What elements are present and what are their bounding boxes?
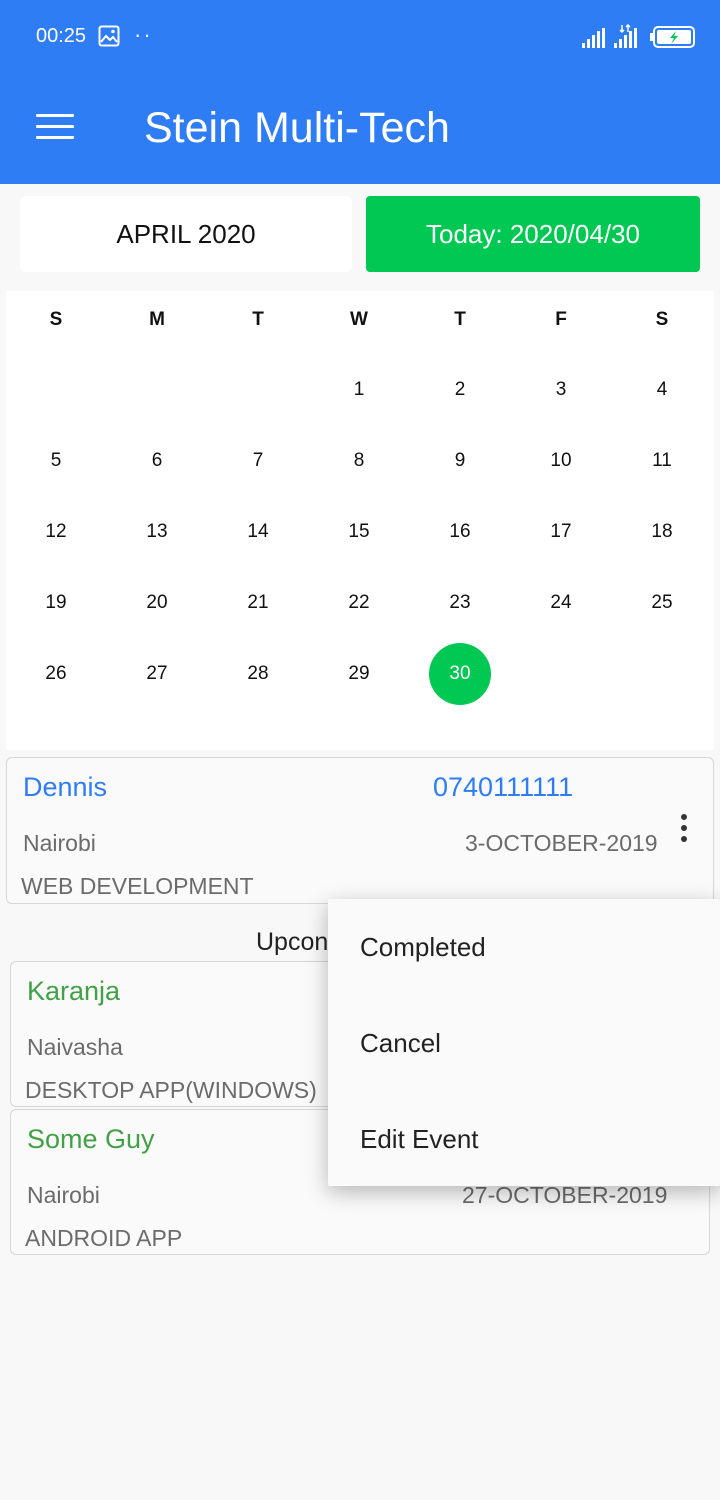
more-notifications-icon: ·· <box>134 22 153 47</box>
event-type: WEB DEVELOPMENT <box>21 873 254 899</box>
event-card[interactable]: Dennis 0740111111 Nairobi 3-OCTOBER-2019… <box>6 757 714 904</box>
event-name: Karanja <box>27 976 121 1006</box>
calendar-day[interactable]: 16 <box>429 501 491 563</box>
event-name: Some Guy <box>27 1124 155 1154</box>
today-button[interactable]: Today: 2020/04/30 <box>366 196 700 272</box>
calendar-day[interactable]: 3 <box>530 359 592 421</box>
month-label: APRIL 2020 <box>20 196 352 272</box>
event-city: Nairobi <box>27 1182 100 1208</box>
event-type: DESKTOP APP(WINDOWS) <box>25 1077 317 1103</box>
event-name: Dennis <box>23 772 108 802</box>
weekday-header: W <box>350 309 368 330</box>
weekday-header: S <box>49 309 63 330</box>
calendar-day[interactable]: 29 <box>328 643 390 705</box>
weekday-header: F <box>555 309 567 330</box>
signal-data-icon <box>614 24 637 48</box>
weekday-header: M <box>149 309 165 330</box>
calendar-day[interactable]: 26 <box>25 643 87 705</box>
event-city: Naivasha <box>27 1034 123 1060</box>
calendar-day[interactable]: 23 <box>429 572 491 634</box>
calendar-day-selected[interactable]: 30 <box>429 643 491 705</box>
status-indicators <box>582 22 696 48</box>
event-city: Nairobi <box>23 830 96 856</box>
calendar-day[interactable]: 17 <box>530 501 592 563</box>
calendar-day[interactable]: 4 <box>631 359 693 421</box>
calendar-day[interactable]: 8 <box>328 430 390 492</box>
calendar-day[interactable]: 15 <box>328 501 390 563</box>
weekday-header: T <box>252 309 264 330</box>
battery-icon <box>650 26 695 48</box>
event-phone: 0740111111 <box>433 772 574 802</box>
calendar-day[interactable]: 19 <box>25 572 87 634</box>
app-title: Stein Multi-Tech <box>144 104 450 152</box>
weekday-header: T <box>454 309 466 330</box>
calendar-day[interactable]: 14 <box>227 501 289 563</box>
status-bar: 00:25 ·· <box>0 0 720 74</box>
calendar-day[interactable]: 24 <box>530 572 592 634</box>
calendar-day[interactable]: 11 <box>631 430 693 492</box>
upcoming-heading: Upcon <box>256 928 329 956</box>
calendar-day[interactable]: 5 <box>25 430 87 492</box>
app-bar: Stein Multi-Tech <box>0 74 720 184</box>
calendar-day[interactable]: 6 <box>126 430 188 492</box>
calendar-day[interactable]: 27 <box>126 643 188 705</box>
event-context-menu: Completed Cancel Edit Event <box>328 899 720 1186</box>
menu-item-edit-event[interactable]: Edit Event <box>360 1124 479 1155</box>
calendar-day[interactable]: 28 <box>227 643 289 705</box>
calendar-day[interactable]: 22 <box>328 572 390 634</box>
event-date: 3-OCTOBER-2019 <box>465 830 658 856</box>
event-date: 27-OCTOBER-2019 <box>462 1182 668 1208</box>
calendar-day[interactable]: 25 <box>631 572 693 634</box>
calendar-day[interactable]: 12 <box>25 501 87 563</box>
status-time: 00:25 <box>36 25 87 47</box>
calendar-day[interactable]: 2 <box>429 359 491 421</box>
event-type: ANDROID APP <box>25 1225 183 1251</box>
calendar-day[interactable]: 20 <box>126 572 188 634</box>
calendar-grid: S M T W T F S 1 2 3 4 5 6 7 8 9 10 11 12… <box>6 291 714 750</box>
menu-item-completed[interactable]: Completed <box>360 932 486 963</box>
calendar-day[interactable]: 18 <box>631 501 693 563</box>
gallery-notification-icon <box>98 25 120 47</box>
calendar-day[interactable]: 13 <box>126 501 188 563</box>
calendar-day[interactable]: 21 <box>227 572 289 634</box>
weekday-header: S <box>655 309 669 330</box>
calendar-day[interactable]: 9 <box>429 430 491 492</box>
calendar-day[interactable]: 10 <box>530 430 592 492</box>
calendar-day[interactable]: 7 <box>227 430 289 492</box>
hamburger-menu-icon[interactable] <box>36 114 76 144</box>
signal-icon <box>582 28 605 48</box>
calendar-day[interactable]: 1 <box>328 359 390 421</box>
more-options-icon[interactable] <box>674 814 694 854</box>
menu-item-cancel[interactable]: Cancel <box>360 1028 441 1059</box>
